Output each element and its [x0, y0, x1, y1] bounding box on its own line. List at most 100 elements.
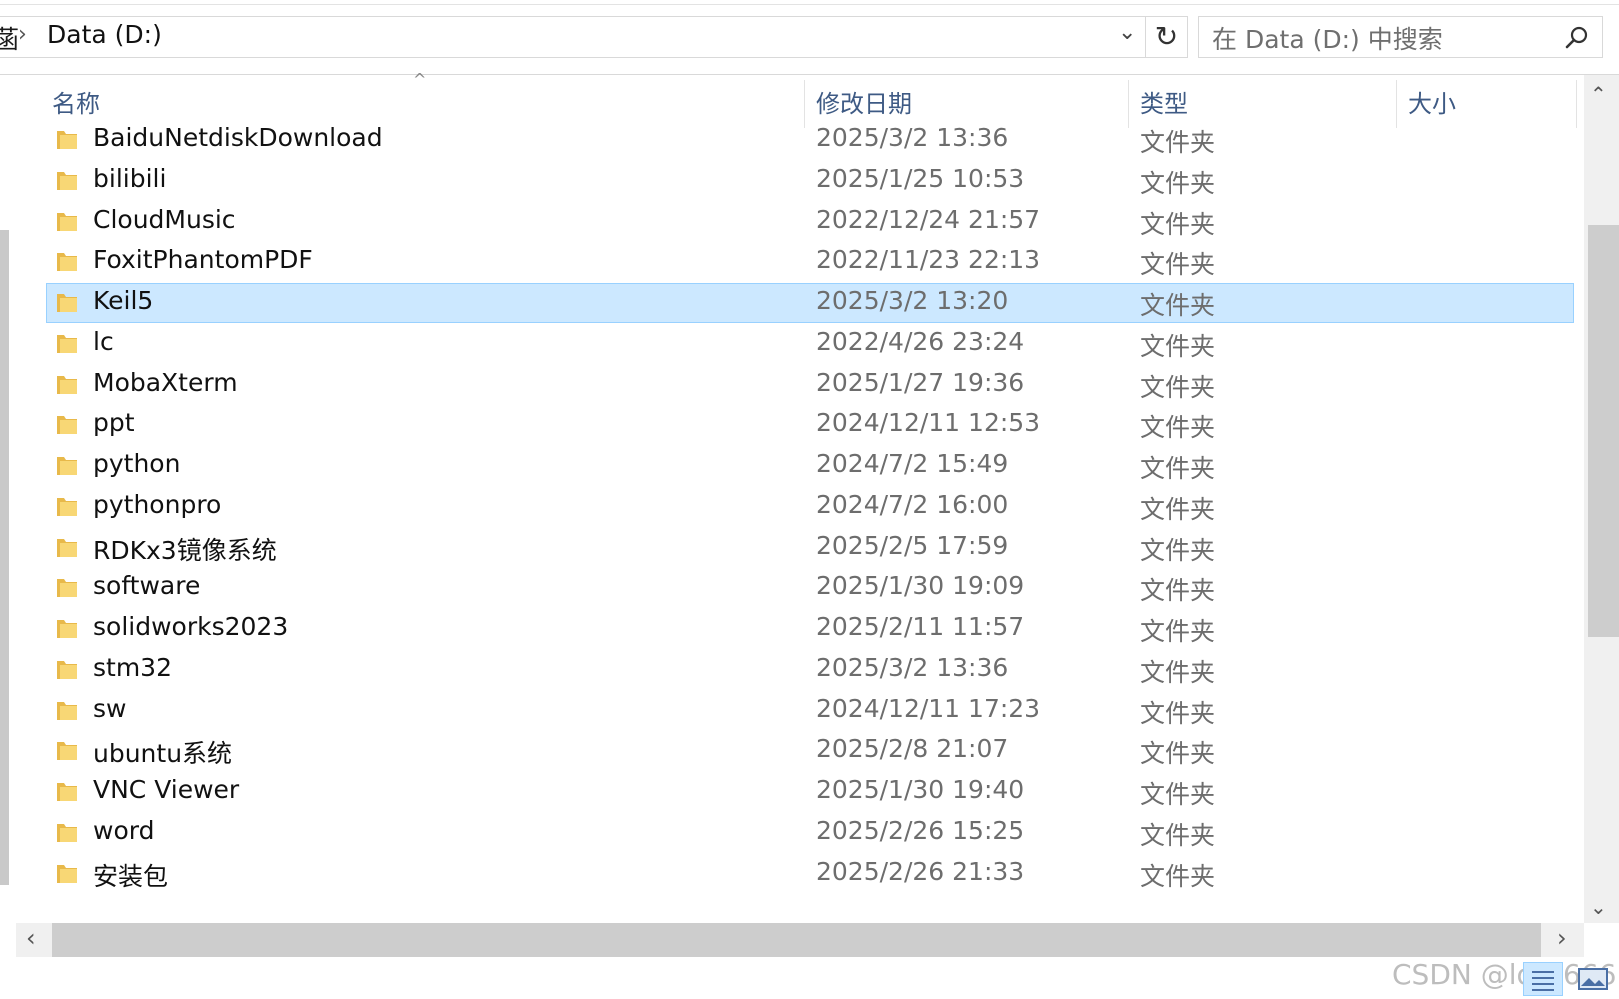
file-row[interactable]: [46, 568, 1574, 608]
file-name: python: [93, 449, 181, 478]
file-name: pythonpro: [93, 490, 222, 519]
file-type: 文件夹: [1140, 739, 1216, 768]
file-name: Keil5: [93, 286, 154, 315]
file-row[interactable]: [46, 161, 1574, 201]
file-row[interactable]: [46, 691, 1574, 731]
history-dropdown-icon[interactable]: ⌄: [1118, 20, 1136, 45]
file-name: sw: [93, 694, 127, 723]
details-view-icon: [1532, 971, 1554, 991]
folder-icon: [57, 865, 77, 883]
folder-icon: [57, 376, 77, 394]
file-type: 文件夹: [1140, 210, 1216, 239]
folder-icon: [57, 661, 77, 679]
file-type: 文件夹: [1140, 699, 1216, 728]
file-row[interactable]: [46, 731, 1574, 771]
file-type: 文件夹: [1140, 862, 1216, 891]
file-name: FoxitPhantomPDF: [93, 245, 313, 274]
column-header-type[interactable]: 类型: [1140, 84, 1188, 119]
file-name: stm32: [93, 653, 172, 682]
file-type: 文件夹: [1140, 373, 1216, 402]
file-row[interactable]: [46, 813, 1574, 853]
address-bar[interactable]: [0, 16, 1146, 58]
file-row[interactable]: [46, 365, 1574, 405]
file-row[interactable]: [46, 283, 1574, 323]
navigation-pane-scrollbar[interactable]: [0, 230, 9, 885]
file-modified-date: 2025/3/2 13:36: [816, 123, 1009, 152]
folder-icon: [57, 416, 77, 434]
large-icons-view-icon[interactable]: [1577, 966, 1609, 992]
file-modified-date: 2025/2/26 21:33: [816, 857, 1025, 886]
folder-icon: [57, 620, 77, 638]
search-placeholder: 在 Data (D:) 中搜索: [1212, 25, 1443, 54]
folder-icon: [57, 579, 77, 597]
toolbar-divider: [0, 74, 1619, 75]
file-type: 文件夹: [1140, 454, 1216, 483]
folder-icon: [57, 742, 77, 760]
column-header-size[interactable]: 大小: [1408, 84, 1456, 119]
file-modified-date: 2025/1/27 19:36: [816, 368, 1025, 397]
file-row[interactable]: [46, 772, 1574, 812]
scroll-up-icon[interactable]: ⌃: [1590, 82, 1607, 106]
file-name: CloudMusic: [93, 205, 236, 234]
column-header-modified[interactable]: 修改日期: [816, 84, 912, 119]
file-type: 文件夹: [1140, 332, 1216, 361]
file-name: solidworks2023: [93, 612, 289, 641]
file-modified-date: 2022/11/23 22:13: [816, 245, 1041, 274]
breadcrumb-chevron-icon[interactable]: ›: [18, 22, 27, 47]
column-header-name[interactable]: 名称: [52, 84, 100, 119]
toolbar-divider: [0, 4, 1619, 5]
vertical-scroll-thumb[interactable]: [1588, 225, 1619, 637]
file-type: 文件夹: [1140, 576, 1216, 605]
file-modified-date: 2025/1/30 19:09: [816, 571, 1025, 600]
breadcrumb-parent[interactable]: 菡: [0, 20, 19, 56]
file-type: 文件夹: [1140, 780, 1216, 809]
file-row[interactable]: [46, 854, 1574, 894]
file-modified-date: 2025/1/30 19:40: [816, 775, 1025, 804]
file-type: 文件夹: [1140, 617, 1216, 646]
folder-icon: [57, 294, 77, 312]
search-icon[interactable]: [1564, 25, 1590, 51]
file-name: lc: [93, 327, 114, 356]
scroll-left-icon[interactable]: ‹: [26, 924, 36, 952]
folder-icon: [57, 457, 77, 475]
file-row[interactable]: [46, 405, 1574, 445]
file-modified-date: 2022/12/24 21:57: [816, 205, 1041, 234]
folder-icon: [57, 702, 77, 720]
file-name: BaiduNetdiskDownload: [93, 123, 383, 152]
file-modified-date: 2024/12/11 12:53: [816, 408, 1041, 437]
file-name: bilibili: [93, 164, 167, 193]
file-name: RDKx3镜像系统: [93, 536, 277, 565]
scroll-down-icon[interactable]: ⌄: [1590, 895, 1607, 919]
file-modified-date: 2024/7/2 16:00: [816, 490, 1009, 519]
column-divider[interactable]: [1576, 80, 1577, 128]
file-name: word: [93, 816, 155, 845]
file-name: ppt: [93, 408, 135, 437]
horizontal-scroll-thumb[interactable]: [52, 923, 1541, 957]
file-modified-date: 2025/2/8 21:07: [816, 734, 1009, 763]
details-view-button[interactable]: [1523, 962, 1563, 996]
file-type: 文件夹: [1140, 658, 1216, 687]
file-row[interactable]: [46, 324, 1574, 364]
file-row[interactable]: [46, 650, 1574, 690]
folder-icon: [57, 213, 77, 231]
refresh-button[interactable]: ↻: [1146, 16, 1188, 58]
file-type: 文件夹: [1140, 495, 1216, 524]
file-name: MobaXterm: [93, 368, 238, 397]
folder-icon: [57, 335, 77, 353]
sort-ascending-icon: ^: [413, 70, 427, 89]
file-modified-date: 2022/4/26 23:24: [816, 327, 1025, 356]
file-type: 文件夹: [1140, 169, 1216, 198]
breadcrumb-current[interactable]: Data (D:): [47, 20, 162, 49]
file-type: 文件夹: [1140, 250, 1216, 279]
file-modified-date: 2025/1/25 10:53: [816, 164, 1025, 193]
file-type: 文件夹: [1140, 291, 1216, 320]
scroll-right-icon[interactable]: ›: [1557, 924, 1567, 952]
file-modified-date: 2025/3/2 13:20: [816, 286, 1009, 315]
file-type: 文件夹: [1140, 128, 1216, 157]
file-row[interactable]: [46, 487, 1574, 527]
file-modified-date: 2025/3/2 13:36: [816, 653, 1009, 682]
file-row[interactable]: [46, 202, 1574, 242]
folder-icon: [57, 498, 77, 516]
file-modified-date: 2025/2/11 11:57: [816, 612, 1025, 641]
file-row[interactable]: [46, 446, 1574, 486]
